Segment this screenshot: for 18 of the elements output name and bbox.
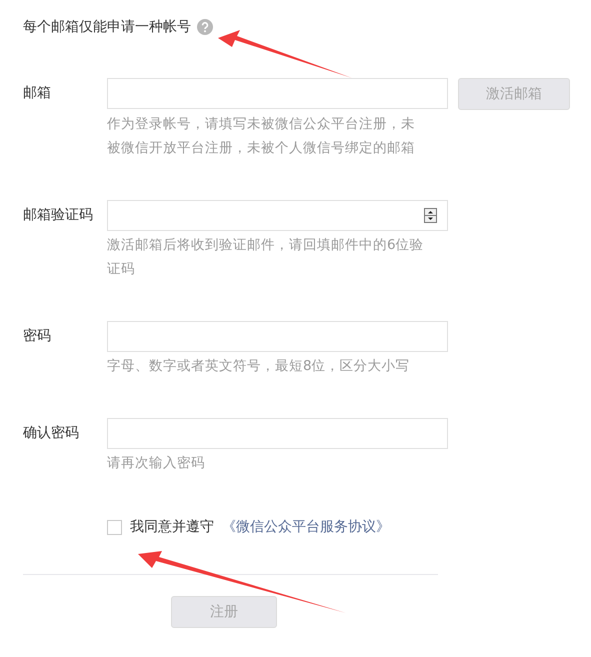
field-label: 确认密码 xyxy=(23,424,80,443)
input-field[interactable] xyxy=(107,321,448,352)
agreement-text: 我同意并遵守 xyxy=(130,518,214,536)
field-label: 邮箱 xyxy=(23,84,52,103)
field-label: 密码 xyxy=(23,327,52,346)
agreement-link[interactable]: 《微信公众平台服务协议》 xyxy=(222,518,390,536)
field-label: 邮箱验证码 xyxy=(23,206,94,225)
field-hint: 请再次输入密码 xyxy=(107,454,206,473)
input-field[interactable] xyxy=(107,200,448,231)
help-icon[interactable] xyxy=(197,19,213,35)
input-field[interactable] xyxy=(107,418,448,449)
field-hint: 作为登录帐号，请填写未被微信公众平台注册，未被微信开放平台注册，未被个人微信号绑定的邮箱 xyxy=(107,115,416,158)
spinner-icon[interactable] xyxy=(424,208,437,223)
input-field[interactable] xyxy=(107,78,448,109)
field-hint: 激活邮箱后将收到验证邮件，请回填邮件中的6位验证码 xyxy=(107,236,425,279)
agree-checkbox[interactable] xyxy=(107,520,122,534)
field-hint: 字母、数字或者英文符号，最短8位，区分大小写 xyxy=(107,357,411,376)
notice-heading: 每个邮箱仅能申请一种帐号 xyxy=(23,18,191,36)
